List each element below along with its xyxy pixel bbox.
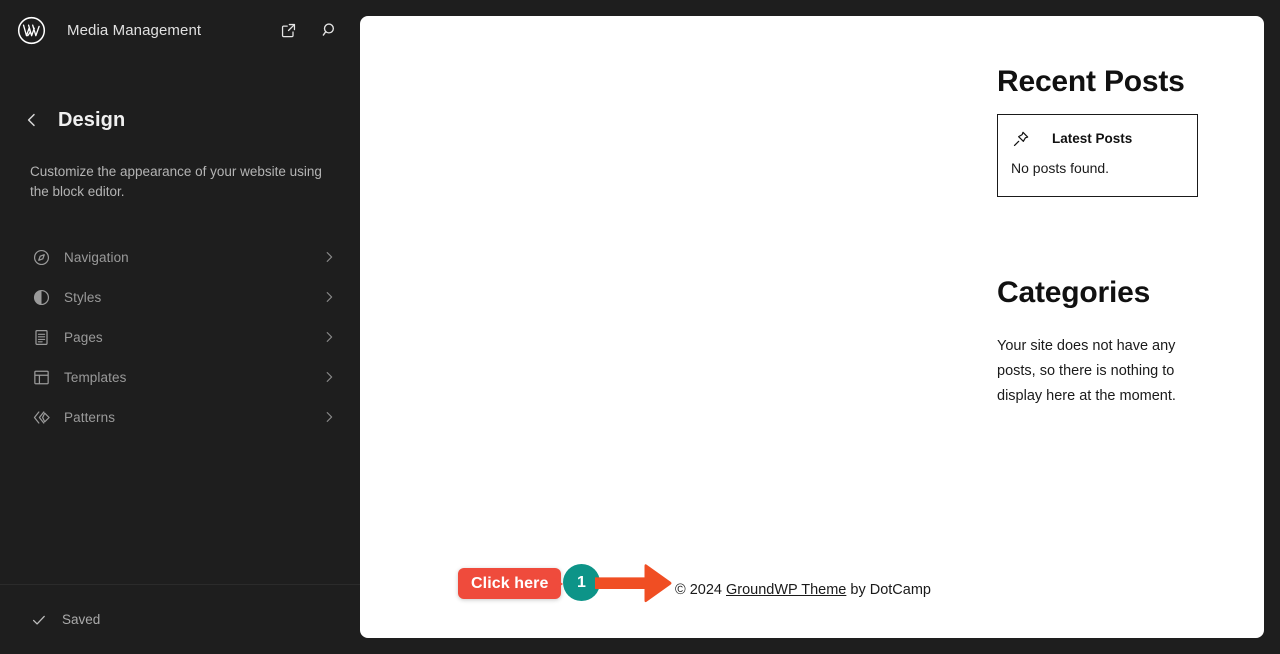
templates-layout-icon <box>30 366 52 388</box>
sidebar-item-label: Styles <box>64 289 102 305</box>
sidebar-item-navigation[interactable]: Navigation <box>0 237 360 277</box>
save-status-label: Saved <box>62 612 101 627</box>
latest-posts-title: Latest Posts <box>1052 131 1133 146</box>
recent-posts-heading: Recent Posts <box>997 65 1185 98</box>
chevron-left-icon[interactable] <box>20 108 44 132</box>
latest-posts-empty-message: No posts found. <box>1011 160 1110 176</box>
sidebar-item-patterns[interactable]: Patterns <box>0 397 360 437</box>
latest-posts-block[interactable]: Latest Posts No posts found. <box>997 114 1198 197</box>
patterns-chevrons-icon <box>30 406 52 428</box>
sidebar-item-label: Pages <box>64 329 103 345</box>
site-footer-credit: © 2024 GroundWP Theme by DotCamp <box>675 582 931 598</box>
pin-icon <box>1011 129 1030 148</box>
site-title: Media Management <box>67 21 202 39</box>
save-status[interactable]: Saved <box>30 611 100 629</box>
sidebar-item-templates[interactable]: Templates <box>0 357 360 397</box>
design-header: Design <box>0 104 360 136</box>
pages-document-icon <box>30 326 52 348</box>
navigation-compass-icon <box>30 246 52 268</box>
footer-suffix: by DotCamp <box>846 582 931 598</box>
chevron-right-icon <box>322 290 336 304</box>
sidebar-item-label: Templates <box>64 369 127 385</box>
chevron-right-icon <box>322 330 336 344</box>
search-icon[interactable] <box>316 16 344 44</box>
categories-empty-message: Your site does not have any posts, so th… <box>997 338 1176 404</box>
site-preview-canvas[interactable]: Recent Posts Latest Posts No posts found… <box>360 16 1264 638</box>
categories-heading: Categories <box>997 276 1151 309</box>
external-link-icon[interactable] <box>274 16 302 44</box>
latest-posts-header: Latest Posts <box>998 115 1197 148</box>
chevron-right-icon <box>322 410 336 424</box>
sidebar-item-styles[interactable]: Styles <box>0 277 360 317</box>
sidebar-header-actions <box>274 16 344 44</box>
section-description: Customize the appearance of your website… <box>30 164 322 199</box>
chevron-right-icon <box>322 250 336 264</box>
check-icon <box>30 611 48 629</box>
chevron-right-icon <box>322 370 336 384</box>
sidebar-item-label: Patterns <box>64 409 116 425</box>
page-title: Design <box>58 108 126 131</box>
sidebar-body: Design Customize the appearance of your … <box>0 60 360 584</box>
styles-contrast-icon <box>30 286 52 308</box>
wordpress-logo-icon[interactable] <box>16 15 46 45</box>
sidebar-item-pages[interactable]: Pages <box>0 317 360 357</box>
sidebar-header: Media Management <box>0 0 360 60</box>
site-editor-window: Media Management Design Customize the ap… <box>0 0 1280 654</box>
footer-prefix: © 2024 <box>675 582 726 598</box>
sidebar-footer: Saved <box>0 584 360 654</box>
footer-theme-link[interactable]: GroundWP Theme <box>726 582 846 598</box>
sidebar-item-label: Navigation <box>64 249 129 265</box>
design-menu: Navigation Styles Pages Templates Patter… <box>0 237 360 437</box>
editor-sidebar: Media Management Design Customize the ap… <box>0 0 360 654</box>
